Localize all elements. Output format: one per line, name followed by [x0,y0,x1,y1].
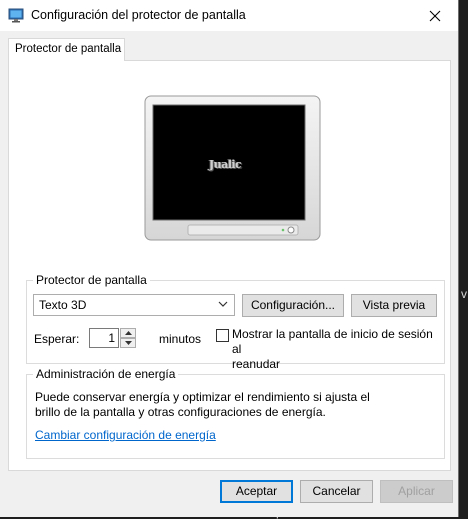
ok-button[interactable]: Aceptar [220,480,293,503]
preview-button[interactable]: Vista previa [351,294,437,317]
power-management-group-label: Administración de energía [33,367,179,381]
stepper-up-button[interactable] [120,328,136,338]
chevron-up-icon [124,331,132,335]
wait-minutes-input[interactable]: 1 [89,328,119,348]
power-description-line1: Puede conservar energía y optimizar el r… [35,390,370,404]
screensaver-preview-monitor: Jualic [144,95,321,242]
window-title: Configuración del protector de pantalla [31,8,246,22]
wait-minutes-stepper[interactable] [120,328,136,348]
stepper-down-button[interactable] [120,338,136,348]
cancel-button[interactable]: Cancelar [300,480,373,503]
chevron-down-icon [124,341,132,345]
close-icon [429,10,441,21]
screensaver-group-label: Protector de pantalla [33,273,150,287]
close-button[interactable] [412,0,458,31]
screensaver-selected-value: Texto 3D [39,298,87,312]
resume-logon-checkbox[interactable] [216,329,229,342]
screensaver-preview-text: Jualic [209,158,242,171]
resume-logon-label-line2: reanudar [232,357,281,371]
power-management-group: Administración de energía Puede conserva… [26,367,445,459]
background-text-fragment: v [461,287,467,301]
chevron-down-icon [218,301,228,307]
minutes-label: minutos [159,332,202,346]
settings-button[interactable]: Configuración... [242,294,344,317]
tab-screensaver[interactable]: Protector de pantalla [8,38,125,61]
apply-button[interactable]: Aplicar [380,480,453,503]
power-description: Puede conservar energía y optimizar el r… [35,390,440,420]
display-settings-icon [8,8,24,23]
screensaver-select[interactable]: Texto 3D [33,294,235,316]
tab-panel: Jualic Protector de pantalla Texto 3D Co… [8,60,451,471]
change-power-settings-link[interactable]: Cambiar configuración de energía [35,428,216,442]
wait-label: Esperar: [34,332,80,346]
screensaver-group: Protector de pantalla Texto 3D Configura… [26,273,445,371]
screensaver-settings-dialog: Configuración del protector de pantalla … [0,0,459,517]
resume-logon-label[interactable]: Mostrar la pantalla de inicio de sesión … [232,327,444,372]
title-bar: Configuración del protector de pantalla [0,0,458,31]
resume-logon-label-line1: Mostrar la pantalla de inicio de sesión … [232,327,433,356]
power-description-line2: brillo de la pantalla y otras configurac… [35,405,326,419]
